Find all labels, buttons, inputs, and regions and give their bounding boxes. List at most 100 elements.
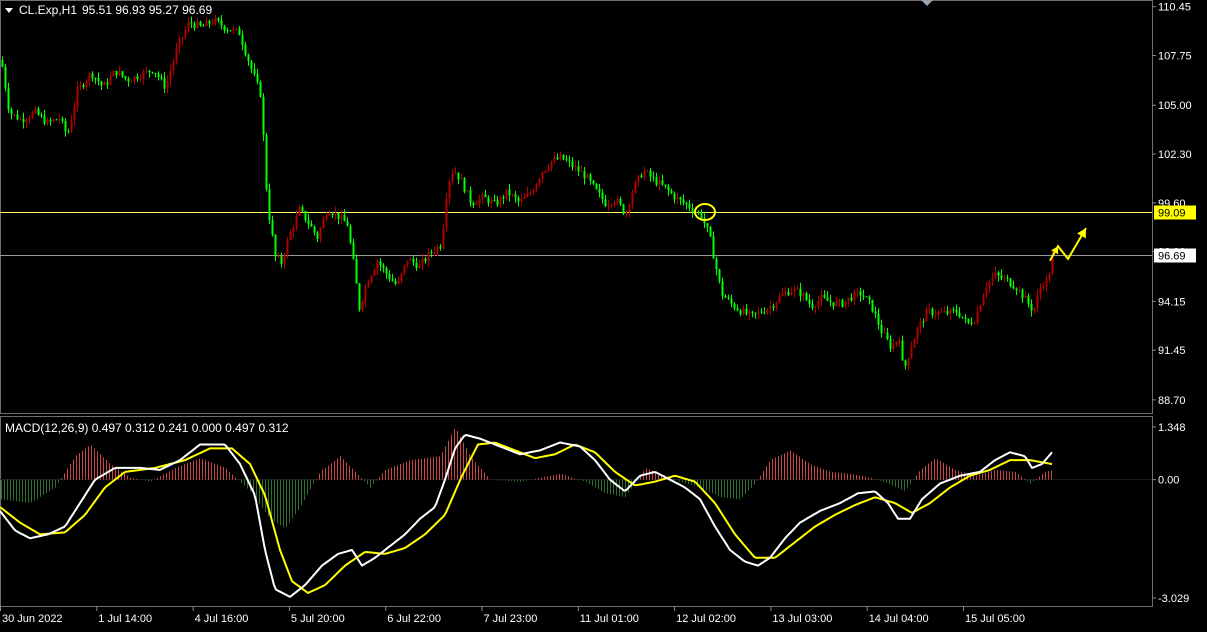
- candle-body: [397, 280, 400, 284]
- candle-body: [919, 321, 922, 328]
- candle-body: [781, 293, 784, 296]
- candle-body: [853, 291, 856, 301]
- candle-body: [847, 297, 850, 302]
- candle-body: [214, 18, 217, 24]
- candle-body: [202, 25, 205, 27]
- candle-body: [13, 114, 16, 116]
- candle-body: [724, 296, 727, 298]
- candle-body: [532, 190, 535, 194]
- candle-body: [937, 312, 940, 315]
- candle-body: [124, 76, 127, 79]
- candle-body: [190, 22, 193, 24]
- candle-body: [943, 310, 946, 312]
- candle-body: [298, 207, 301, 216]
- candle-body: [1, 60, 4, 67]
- chart-background: [0, 0, 1207, 627]
- candle-body: [766, 309, 769, 313]
- time-tick-label: 15 Jul 05:00: [965, 613, 1025, 625]
- candle-body: [874, 311, 877, 314]
- candle-body: [883, 332, 886, 334]
- candle-body: [457, 172, 460, 180]
- candle-body: [322, 218, 325, 228]
- candle-body: [706, 223, 709, 227]
- candle-body: [499, 196, 502, 206]
- candle-body: [589, 174, 592, 181]
- candle-body: [865, 296, 868, 298]
- candle-body: [835, 300, 838, 307]
- candle-body: [682, 199, 685, 203]
- candle-body: [448, 181, 451, 199]
- candle-body: [343, 215, 346, 222]
- candle-body: [754, 312, 757, 314]
- candle-body: [814, 306, 817, 309]
- candle-body: [787, 291, 790, 296]
- candle-body: [106, 82, 109, 85]
- candle-body: [430, 251, 433, 253]
- candle-body: [769, 306, 772, 310]
- candle-body: [172, 61, 175, 71]
- candle-body: [118, 71, 121, 76]
- candle-body: [994, 272, 997, 278]
- time-tick-label: 5 Jul 20:00: [291, 613, 345, 625]
- candle-body: [607, 204, 610, 207]
- candle-body: [556, 157, 559, 160]
- candle-body: [490, 200, 493, 204]
- candle-body: [277, 256, 280, 258]
- candle-body: [1048, 274, 1051, 279]
- candle-body: [976, 311, 979, 324]
- candle-body: [673, 193, 676, 200]
- candle-body: [592, 180, 595, 184]
- candle-body: [520, 198, 523, 202]
- candle-body: [928, 308, 931, 310]
- candle-body: [925, 309, 928, 322]
- candle-body: [82, 84, 85, 87]
- candle-body: [313, 226, 316, 233]
- candle-body: [583, 171, 586, 179]
- candle-body: [478, 198, 481, 204]
- candle-body: [886, 332, 889, 339]
- candle-body: [652, 176, 655, 178]
- candle-body: [742, 308, 745, 315]
- candle-body: [139, 78, 142, 80]
- candle-body: [319, 227, 322, 239]
- candle-body: [409, 258, 412, 261]
- candle-body: [232, 28, 235, 31]
- candle-body: [940, 311, 943, 313]
- candle-body: [850, 297, 853, 301]
- candle-body: [619, 198, 622, 205]
- candle-body: [382, 265, 385, 268]
- candle-body: [340, 215, 343, 220]
- candle-body: [904, 360, 907, 366]
- candle-body: [442, 227, 445, 249]
- candle-body: [862, 295, 865, 297]
- candle-body: [40, 114, 43, 116]
- candle-body: [484, 194, 487, 198]
- candle-body: [169, 70, 172, 81]
- candle-body: [466, 190, 469, 192]
- candle-body: [523, 196, 526, 199]
- candle-body: [10, 109, 13, 115]
- candle-body: [400, 273, 403, 281]
- candle-body: [310, 223, 313, 227]
- chart-canvas[interactable]: 110.45107.75105.00102.3099.6096.9094.159…: [0, 0, 1207, 627]
- chart-window[interactable]: 110.45107.75105.00102.3099.6096.9094.159…: [0, 0, 1207, 627]
- candle-body: [790, 291, 793, 296]
- candle-body: [763, 312, 766, 314]
- candle-body: [856, 291, 859, 293]
- candle-body: [469, 190, 472, 203]
- candle-body: [4, 66, 7, 89]
- candle-body: [964, 317, 967, 319]
- candle-body: [961, 316, 964, 318]
- price-tick-label: 110.45: [1158, 2, 1191, 14]
- candle-body: [127, 78, 130, 82]
- candle-body: [628, 205, 631, 212]
- candle-body: [142, 71, 145, 79]
- candle-body: [496, 200, 499, 206]
- symbol-label: CL.Exp,H1: [19, 3, 77, 17]
- candle-body: [526, 193, 529, 197]
- candle-body: [385, 267, 388, 274]
- candle-body: [598, 189, 601, 193]
- candle-body: [646, 170, 649, 172]
- candle-body: [247, 54, 250, 62]
- candle-body: [625, 211, 628, 214]
